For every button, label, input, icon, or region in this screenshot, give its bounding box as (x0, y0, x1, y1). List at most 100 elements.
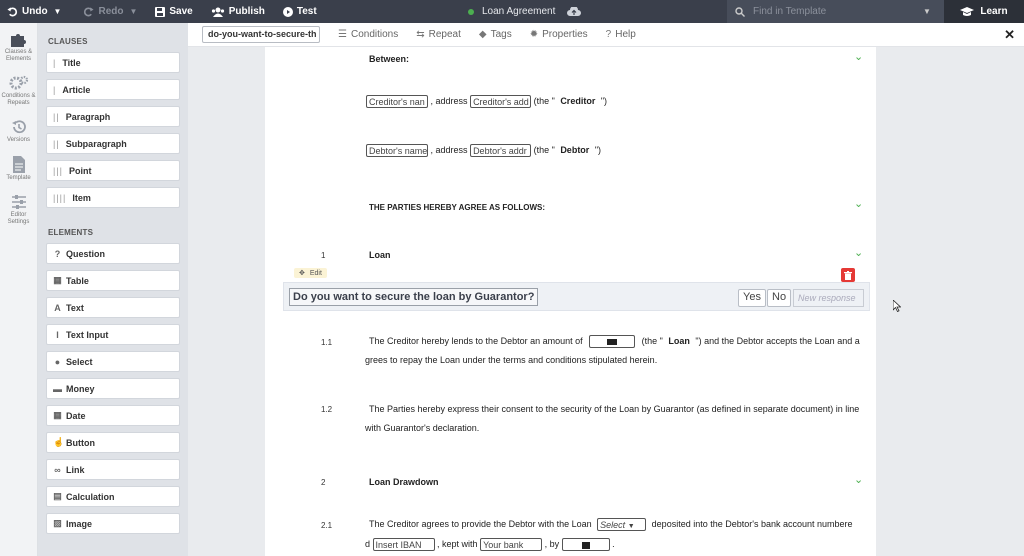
learn-button[interactable]: Learn (944, 0, 1024, 23)
rail-label: Clauses & Elements (4, 49, 33, 62)
test-button[interactable]: Test (276, 0, 324, 23)
help-label: Help (615, 29, 636, 40)
properties-button[interactable]: ✹ Properties (530, 29, 588, 40)
tags-label: Tags (490, 29, 512, 40)
rail-versions[interactable]: Versions (0, 107, 37, 144)
chevron-down-icon: ▼ (627, 523, 635, 530)
rail-label: Editor Settings (7, 212, 30, 225)
calendar-icon (581, 542, 590, 549)
clause-title[interactable]: | Title (46, 52, 180, 73)
close-icon[interactable]: ✕ (1004, 27, 1015, 43)
clause-point[interactable]: ||| Point (46, 160, 180, 181)
collapse-chevron-icon[interactable]: ⌄ (854, 197, 863, 210)
conditions-button[interactable]: ☰ Conditions (338, 29, 398, 40)
element-label: Text Input (66, 329, 109, 340)
clause-level-bars: || (53, 111, 60, 122)
element-calculation[interactable]: ▤ Calculation (46, 486, 180, 507)
debtor-address-field[interactable]: Debtor's addr (470, 144, 532, 157)
element-money[interactable]: ▬ Money (46, 378, 180, 399)
search-chevron-down-icon[interactable]: ▼ (923, 7, 931, 16)
undo-icon (7, 7, 18, 17)
clause-item[interactable]: |||| Item (46, 187, 180, 208)
element-image[interactable]: ▨ Image (46, 513, 180, 534)
rail-clauses-elements[interactable]: Clauses & Elements (0, 23, 37, 63)
iban-field[interactable]: Insert IBAN (372, 538, 435, 551)
edit-handle[interactable]: ✥ Edit (294, 268, 327, 278)
select-label: Select (600, 520, 626, 530)
no-response-button[interactable]: No (767, 289, 792, 307)
history-icon (11, 120, 26, 134)
document-icon (12, 156, 25, 173)
redo-chevron-down-icon[interactable]: ▼ (129, 7, 137, 16)
element-text[interactable]: A Text (46, 297, 180, 318)
element-button[interactable]: ☝ Button (46, 432, 180, 453)
debtor-line: Debtor's name , address Debtor's addr (t… (366, 144, 601, 157)
link-icon: ∞ (54, 464, 61, 475)
sliders-icon (11, 195, 26, 209)
undo-chevron-down-icon[interactable]: ▼ (54, 7, 62, 16)
creditor-defined-term: Creditor (560, 95, 596, 106)
rail-conditions-repeats[interactable]: Conditions & Repeats (0, 63, 37, 107)
rail-editor-settings[interactable]: Editor Settings (0, 182, 37, 226)
tags-button[interactable]: ◆ Tags (479, 29, 512, 40)
element-label: Select (66, 356, 93, 367)
clause-level-bars: | (53, 84, 57, 95)
element-toolbar: do-you-want-to-secure-th ☰ Conditions ⇆ Re… (188, 23, 1024, 47)
test-label: Test (296, 6, 317, 17)
search-input[interactable] (753, 6, 923, 17)
rail-label: Versions (6, 137, 30, 143)
clauses-heading: CLAUSES (48, 37, 88, 46)
help-button[interactable]: ? Help (606, 29, 636, 40)
element-label: Date (66, 410, 86, 421)
cloud-upload-icon[interactable] (567, 6, 582, 17)
delete-button[interactable] (841, 268, 855, 282)
new-response-input[interactable]: New response (793, 289, 864, 307)
loan-method-select[interactable]: Select ▼ (597, 518, 647, 531)
loan-amount-field[interactable] (589, 335, 636, 348)
bank-field[interactable]: Your bank (480, 538, 543, 551)
yes-response-button[interactable]: Yes (738, 289, 766, 307)
image-icon: ▨ (53, 518, 62, 528)
period-text: . (612, 538, 615, 549)
rail-template[interactable]: Template (0, 144, 37, 182)
mouse-pointer-icon (893, 300, 901, 312)
redo-button[interactable]: Redo ▼ (76, 0, 144, 23)
element-text-input[interactable]: I Text Input (46, 324, 180, 345)
clause-label: Item (72, 192, 91, 203)
element-select[interactable]: ● Select (46, 351, 180, 372)
question-text[interactable]: Do you want to secure the loan by Guaran… (289, 288, 539, 306)
element-date[interactable]: ▦ Date (46, 405, 180, 426)
element-label: Question (66, 248, 106, 259)
paragraph-2-1-line-1: The Creditor agrees to provide the Debto… (369, 518, 853, 531)
clause-label: Title (62, 57, 81, 68)
save-button[interactable]: Save (148, 0, 199, 23)
element-label: Button (66, 437, 95, 448)
clause-label: Article (62, 84, 91, 95)
creditor-name-field[interactable]: Creditor's nan (366, 95, 428, 108)
collapse-chevron-icon[interactable]: ⌄ (854, 50, 863, 63)
publish-button[interactable]: Publish (204, 0, 272, 23)
by-text: , by (544, 538, 560, 549)
clause-level-bars: ||| (53, 165, 64, 176)
clause-article[interactable]: | Article (46, 79, 180, 100)
clause-label: Paragraph (65, 111, 111, 122)
repeat-button[interactable]: ⇆ Repeat (416, 29, 461, 40)
element-label: Money (66, 383, 95, 394)
collapse-chevron-icon[interactable]: ⌄ (854, 246, 863, 259)
clause-subparagraph[interactable]: || Subparagraph (46, 133, 180, 154)
creditor-address-field[interactable]: Creditor's add (470, 95, 532, 108)
element-link[interactable]: ∞ Link (46, 459, 180, 480)
undo-button[interactable]: Undo ▼ (0, 0, 68, 23)
table-icon: ▦ (53, 275, 62, 285)
collapse-chevron-icon[interactable]: ⌄ (854, 473, 863, 486)
debtor-name-field[interactable]: Debtor's name (366, 144, 428, 157)
redo-icon (84, 7, 95, 17)
loan-drawdown-heading: Loan Drawdown (369, 477, 439, 487)
clause-paragraph[interactable]: || Paragraph (46, 106, 180, 127)
element-id-field[interactable]: do-you-want-to-secure-th (202, 26, 320, 43)
date-field[interactable] (561, 538, 610, 551)
document-title: Loan Agreement (468, 0, 582, 23)
element-question[interactable]: ? Question (46, 243, 180, 264)
debtor-defined-term: Debtor (560, 144, 590, 155)
element-table[interactable]: ▦ Table (46, 270, 180, 291)
